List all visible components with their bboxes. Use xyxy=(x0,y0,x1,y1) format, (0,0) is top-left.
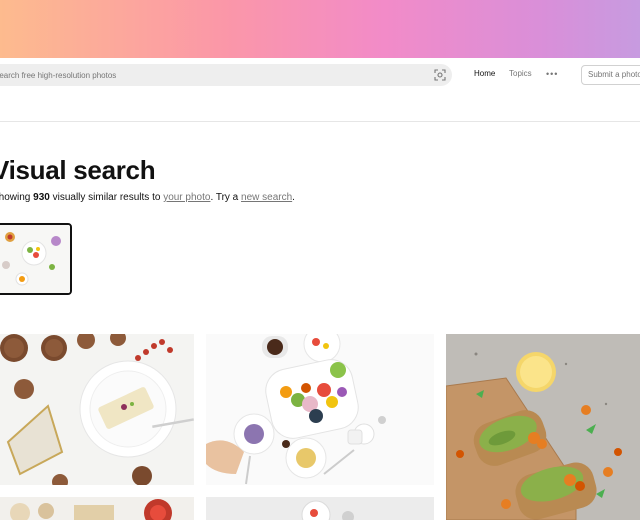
visual-search-icon[interactable] xyxy=(434,69,446,81)
new-search-link[interactable]: new search xyxy=(241,192,292,203)
result-photo-snacks[interactable] xyxy=(0,497,194,520)
result-photo-avocado-toast[interactable] xyxy=(446,334,640,520)
result-count: 930 xyxy=(33,192,50,203)
summary-prefix: Showing xyxy=(0,192,31,203)
summary-middle2: . Try a xyxy=(210,192,242,203)
search-input[interactable] xyxy=(0,64,400,86)
result-photo-christmas-dessert[interactable] xyxy=(0,334,194,485)
search-bar[interactable] xyxy=(0,64,452,86)
christmas-dessert-image xyxy=(0,334,194,485)
nav-home-link[interactable]: Home xyxy=(474,69,495,78)
page-title: Visual search xyxy=(0,155,156,185)
breakfast-2-image xyxy=(206,497,434,520)
submit-photo-button[interactable]: Submit a photo xyxy=(581,65,640,85)
result-photo-breakfast-table[interactable] xyxy=(206,334,434,485)
query-photo-thumbnail[interactable] xyxy=(0,223,72,295)
summary-suffix: . xyxy=(292,192,295,203)
query-photo-image xyxy=(0,225,70,293)
your-photo-link[interactable]: your photo xyxy=(163,192,210,203)
result-photo-breakfast-2[interactable] xyxy=(206,497,434,520)
nav-topics-link[interactable]: Topics xyxy=(509,69,532,78)
avocado-toast-image xyxy=(446,334,640,520)
summary-middle: visually similar results to xyxy=(49,192,164,203)
results-summary: Showing 930 visually similar results to … xyxy=(0,192,295,203)
snacks-image xyxy=(0,497,194,520)
promo-banner[interactable] xyxy=(0,0,640,58)
breakfast-table-image xyxy=(206,334,434,485)
header-divider xyxy=(0,121,640,122)
more-icon[interactable]: ••• xyxy=(546,70,558,79)
